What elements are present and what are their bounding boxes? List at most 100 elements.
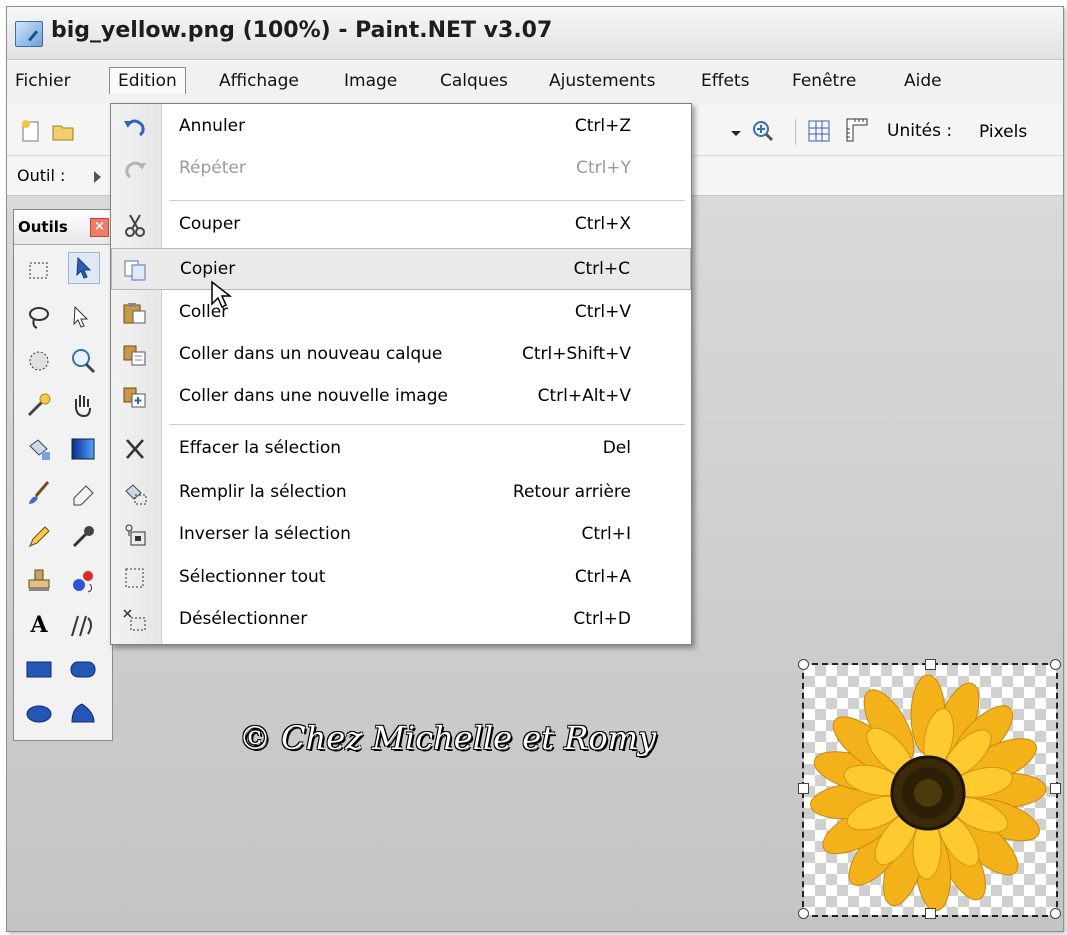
paintnet-window: big_yellow.png (100%) - Paint.NET v3.07 … [6,6,1064,932]
deselect-icon [122,608,148,632]
clone-stamp-icon[interactable] [24,566,54,596]
zoom-tool-icon[interactable] [68,346,98,376]
recolor-icon[interactable] [68,566,98,596]
menu-item-coller-nouveau-calque[interactable]: Coller dans un nouveau calque Ctrl+Shift… [111,334,691,376]
menu-item-shortcut: Ctrl+C [573,259,630,279]
tools-panel-header: Outils × [14,210,112,245]
menu-fichier[interactable]: Fichier [15,71,71,91]
menu-image[interactable]: Image [344,71,397,91]
units-label: Unités : [887,121,953,141]
paste-new-image-icon [122,385,148,409]
zoom-in-icon[interactable] [751,119,775,143]
menu-separator [169,200,685,201]
menu-item-shortcut: Ctrl+Shift+V [521,344,631,364]
menu-item-shortcut: Retour arrière [512,482,631,502]
watermark-text: © Chez Michelle et Romy [239,719,657,757]
scissors-icon [122,213,148,237]
rectangle-select-icon[interactable] [24,256,54,286]
color-picker-icon[interactable] [68,522,98,552]
menu-item-shortcut: Ctrl+Alt+V [537,386,631,406]
zoom-dropdown-chevron-icon[interactable] [725,121,749,145]
tools-panel-title: Outils [18,218,68,236]
resize-handle-bottom-right[interactable] [1050,908,1061,919]
resize-handle-bottom[interactable] [925,908,936,919]
new-file-icon[interactable] [19,119,43,143]
tool-chevron-icon[interactable] [93,169,103,188]
menu-item-copier[interactable]: Copier Ctrl+C [111,248,691,290]
menu-separator [169,424,685,425]
menu-item-label: Annuler [179,116,246,136]
ellipse-select-icon[interactable] [24,346,54,376]
sunflower-image [810,674,1047,912]
rulers-icon[interactable] [845,117,869,142]
menu-item-inverser-selection[interactable]: Inverser la sélection Ctrl+I [111,514,691,556]
pencil-icon[interactable] [24,522,54,552]
window-title: big_yellow.png (100%) - Paint.NET v3.07 [51,18,553,43]
pan-hand-icon[interactable] [68,390,98,420]
fill-selection-icon [122,481,148,505]
menu-item-shortcut: Ctrl+V [574,302,631,322]
resize-handle-top-left[interactable] [798,659,809,670]
menu-bar: Fichier Edition Affichage Image Calques … [7,63,1063,103]
move-selected-icon[interactable] [68,302,98,332]
toolbar-divider [795,119,796,145]
resize-handle-top[interactable] [925,659,936,670]
menu-item-coller-nouvelle-image[interactable]: Coller dans une nouvelle image Ctrl+Alt+… [111,376,691,418]
menu-item-label: Désélectionner [179,609,308,629]
lasso-select-icon[interactable] [24,302,54,332]
resize-handle-left[interactable] [798,783,809,794]
paintnet-app-icon [15,21,43,47]
paint-bucket-icon[interactable] [24,434,54,464]
menu-edition[interactable]: Edition [109,67,186,94]
menu-item-label: Coller dans une nouvelle image [179,386,448,406]
line-curve-icon[interactable] [68,610,98,640]
ellipse-shape-icon[interactable] [24,698,54,728]
open-folder-icon[interactable] [51,119,75,143]
eraser-icon[interactable] [68,478,98,508]
tools-close-icon[interactable]: × [90,218,109,237]
resize-handle-bottom-left[interactable] [798,908,809,919]
grid-icon[interactable] [807,119,831,143]
paste-icon [122,301,148,325]
image-canvas[interactable] [798,659,1061,919]
menu-item-selectionner-tout[interactable]: Sélectionner tout Ctrl+A [111,557,691,599]
menu-item-shortcut: Ctrl+Y [576,158,631,178]
mouse-cursor-icon [210,280,233,314]
tool-label: Outil : [17,166,66,185]
edit-menu-dropdown: Annuler Ctrl+Z Répéter Ctrl+Y Couper Ctr… [110,103,692,645]
menu-item-shortcut: Ctrl+A [574,567,631,587]
menu-item-effacer-selection[interactable]: Effacer la sélection Del [111,428,691,470]
menu-item-couper[interactable]: Couper Ctrl+X [111,204,691,246]
menu-calques[interactable]: Calques [440,71,508,91]
menu-item-label: Sélectionner tout [179,567,326,587]
rectangle-shape-icon[interactable] [24,654,54,684]
paintbrush-icon[interactable] [24,478,54,508]
menu-item-label: Couper [179,214,241,234]
move-selection-icon[interactable] [68,252,100,284]
title-bar: big_yellow.png (100%) - Paint.NET v3.07 [7,7,1063,60]
menu-item-shortcut: Ctrl+Z [574,116,631,136]
freeform-shape-icon[interactable] [68,698,98,728]
magic-wand-icon[interactable] [24,390,54,420]
menu-item-annuler[interactable]: Annuler Ctrl+Z [111,106,691,148]
menu-affichage[interactable]: Affichage [219,71,299,91]
paste-new-layer-icon [122,343,148,367]
resize-handle-top-right[interactable] [1050,659,1061,670]
menu-item-remplir-selection[interactable]: Remplir la sélection Retour arrière [111,472,691,514]
menu-fenetre[interactable]: Fenêtre [792,71,856,91]
rounded-rectangle-icon[interactable] [68,654,98,684]
redo-icon [122,157,148,181]
tools-panel: Outils × A [13,209,113,741]
menu-ajustements[interactable]: Ajustements [549,71,655,91]
gradient-icon[interactable] [68,434,98,464]
menu-effets[interactable]: Effets [701,71,749,91]
text-tool-icon[interactable]: A [24,610,54,640]
menu-item-deselectionner[interactable]: Désélectionner Ctrl+D [111,599,691,641]
menu-item-coller[interactable]: Coller Ctrl+V [111,292,691,334]
menu-aide[interactable]: Aide [904,71,942,91]
menu-item-label: Effacer la sélection [179,438,342,458]
units-select[interactable]: Pixels [979,122,1027,142]
menu-item-label: Répéter [179,158,246,178]
copy-icon [123,258,149,282]
resize-handle-right[interactable] [1050,783,1061,794]
